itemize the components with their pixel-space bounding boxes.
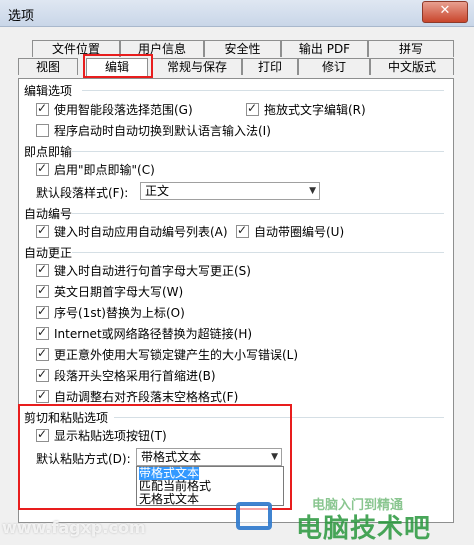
click-input-checkbox[interactable]: 启用"即点即输"(C) [36, 160, 155, 178]
checkbox-label: 序号(1st)替换为上标(O) [54, 306, 185, 320]
drag-drop-checkbox[interactable]: 拖放式文字编辑(R) [246, 100, 366, 118]
checkbox-icon [36, 303, 49, 319]
checkbox-label: 键入时自动进行句首字母大写更正(S) [54, 264, 251, 278]
checkbox-label: 拖放式文字编辑(R) [264, 103, 366, 117]
smart-select-checkbox[interactable]: 使用智能段落选择范围(G) [36, 100, 193, 118]
group-line [72, 151, 444, 152]
checkbox-label: Internet或网络路径替换为超链接(H) [54, 327, 253, 341]
checkbox-icon [36, 324, 49, 340]
tab-general-save[interactable]: 常规与保存 [152, 58, 242, 75]
group-edit-options: 编辑选项 [24, 84, 73, 98]
checkbox-label: 使用智能段落选择范围(G) [54, 103, 193, 117]
select-value: 正文 [145, 184, 170, 198]
checkbox-icon [36, 366, 49, 382]
checkbox-label: 更正意外使用大写锁定键产生的大小写错误(L) [54, 348, 299, 362]
autocorrect-capslock-checkbox[interactable]: 更正意外使用大写锁定键产生的大小写错误(L) [36, 345, 299, 363]
checkbox-icon [246, 100, 259, 116]
checkbox-label: 英文日期首字母大写(W) [54, 285, 184, 299]
autocorrect-indent-checkbox[interactable]: 段落开头空格采用行首缩进(B) [36, 366, 216, 384]
tab-spelling[interactable]: 拼写 [368, 40, 454, 57]
tab-print[interactable]: 打印 [242, 58, 298, 75]
tab-view[interactable]: 视图 [18, 58, 78, 75]
checkbox-icon [36, 100, 49, 116]
autocorrect-hyperlink-checkbox[interactable]: Internet或网络路径替换为超链接(H) [36, 324, 253, 342]
checkbox-icon [36, 222, 49, 238]
group-line [82, 90, 444, 91]
group-auto-correct: 自动更正 [24, 246, 73, 260]
checkbox-icon [36, 124, 49, 137]
autocorrect-right-align-checkbox[interactable]: 自动调整右对齐段落末空格格式(F) [36, 387, 239, 405]
watermark-url: www.fagxp.com [2, 518, 146, 537]
checkbox-icon [36, 261, 49, 277]
paste-option-plain[interactable]: 无格式文本 [139, 493, 199, 506]
checkbox-icon [36, 160, 49, 176]
watermark-brand: 电脑技术吧 [296, 514, 432, 544]
auto-ime-checkbox[interactable]: 程序启动时自动切换到默认语言输入法(I) [36, 123, 271, 139]
auto-list-checkbox[interactable]: 键入时自动应用自动编号列表(A) [36, 222, 228, 240]
tab-chinese-layout[interactable]: 中文版式 [370, 58, 454, 75]
chevron-down-icon: ▼ [309, 186, 316, 196]
checkbox-label: 键入时自动应用自动编号列表(A) [54, 225, 228, 239]
group-click-input: 即点即输 [24, 145, 73, 159]
group-line [72, 213, 444, 214]
window-title: 选项 [8, 9, 35, 24]
circle-number-checkbox[interactable]: 自动带圈编号(U) [236, 222, 345, 240]
autocorrect-ordinal-checkbox[interactable]: 序号(1st)替换为上标(O) [36, 303, 185, 321]
tab-security[interactable]: 安全性 [204, 40, 281, 57]
tab-output-pdf[interactable]: 输出 PDF [281, 40, 368, 57]
edit-tab-highlight [83, 54, 153, 78]
group-line [72, 252, 444, 253]
monitor-logo-icon [236, 502, 272, 530]
group-auto-number: 自动编号 [24, 207, 73, 221]
paste-options-list: 带格式文本 匹配当前格式 无格式文本 [136, 466, 284, 506]
watermark: www.fagxp.com 电脑入门到精通 电脑技术吧 [0, 498, 474, 545]
autocorrect-date-cap-checkbox[interactable]: 英文日期首字母大写(W) [36, 282, 184, 300]
checkbox-label: 程序启动时自动切换到默认语言输入法(I) [54, 124, 271, 138]
autocorrect-sentence-cap-checkbox[interactable]: 键入时自动进行句首字母大写更正(S) [36, 261, 251, 279]
checkbox-icon [236, 222, 249, 238]
default-style-label: 默认段落样式(F): [36, 186, 129, 200]
checkbox-icon [36, 282, 49, 298]
checkbox-icon [36, 387, 49, 403]
close-button[interactable] [422, 1, 468, 23]
checkbox-label: 自动带圈编号(U) [254, 225, 345, 239]
checkbox-icon [36, 345, 49, 361]
checkbox-label: 启用"即点即输"(C) [54, 163, 155, 177]
tab-track-changes[interactable]: 修订 [298, 58, 370, 75]
default-style-select[interactable]: 正文 ▼ [140, 182, 320, 200]
title-bar: 选项 [0, 0, 474, 27]
checkbox-label: 段落开头空格采用行首缩进(B) [54, 369, 216, 383]
checkbox-label: 自动调整右对齐段落末空格格式(F) [54, 390, 239, 404]
